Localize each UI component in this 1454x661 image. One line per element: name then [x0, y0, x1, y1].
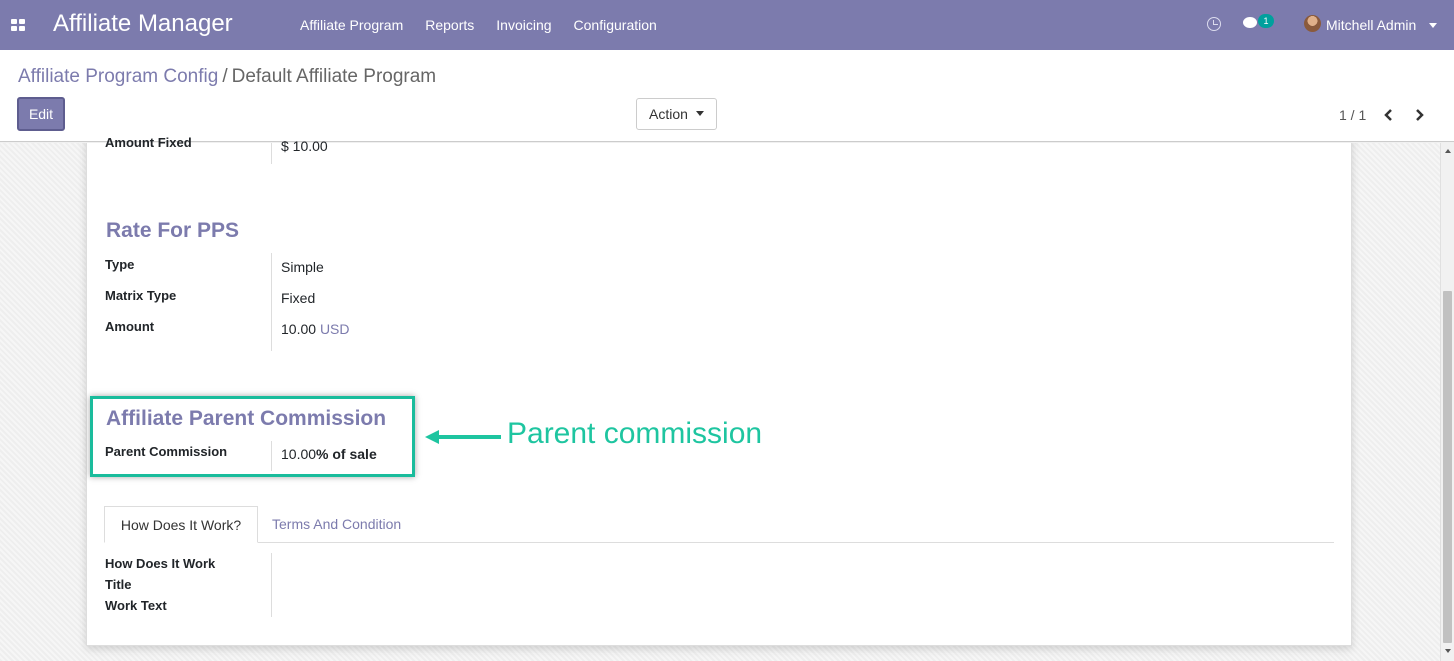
activity-clock-icon[interactable] — [1207, 17, 1221, 31]
amount-label: Amount — [105, 319, 155, 334]
tab-how-does-it-work[interactable]: How Does It Work? — [104, 506, 258, 543]
breadcrumb-separator: / — [222, 66, 228, 87]
field-divider — [271, 253, 272, 351]
amount-number: 10.00 — [281, 321, 317, 337]
amount-currency: USD — [319, 321, 350, 337]
tab-terms-and-condition[interactable]: Terms And Condition — [272, 516, 401, 532]
vertical-scrollbar[interactable] — [1440, 143, 1454, 661]
top-navbar: Affiliate Manager Affiliate Program Repo… — [0, 0, 1454, 50]
type-value: Simple — [281, 259, 324, 275]
amount-fixed-label: Amount Fixed — [105, 135, 192, 150]
messages-count-badge: 1 — [1258, 14, 1274, 28]
annotation-label: Parent commission — [507, 417, 763, 450]
scroll-up-arrow-icon[interactable] — [1445, 149, 1451, 153]
field-divider — [271, 143, 272, 164]
menu-affiliate-program[interactable]: Affiliate Program — [300, 17, 403, 33]
annotation-arrow-icon — [425, 430, 501, 444]
scroll-down-arrow-icon[interactable] — [1445, 649, 1451, 653]
pager-next-icon[interactable] — [1413, 108, 1425, 122]
field-divider — [271, 553, 272, 617]
breadcrumb-parent-link[interactable]: Affiliate Program Config — [18, 66, 218, 87]
menu-configuration[interactable]: Configuration — [574, 17, 657, 33]
action-label: Action — [649, 106, 688, 122]
edit-button[interactable]: Edit — [17, 97, 65, 131]
user-menu-name[interactable]: Mitchell Admin — [1326, 17, 1416, 33]
matrix-type-label: Matrix Type — [105, 288, 177, 303]
breadcrumb: Affiliate Program Config / Default Affilia… — [18, 66, 436, 88]
type-label: Type — [105, 257, 135, 272]
tab-how-does-it-work-label: How Does It Work? — [120, 516, 242, 533]
amount-value: 10.00 USD — [281, 321, 350, 337]
menu-reports[interactable]: Reports — [425, 17, 474, 33]
user-menu-caret-icon[interactable] — [1429, 23, 1437, 28]
apps-grid-icon[interactable] — [11, 19, 25, 31]
tabs-baseline — [104, 542, 1334, 543]
messages-chat-icon[interactable] — [1243, 17, 1257, 28]
action-caret-icon — [695, 110, 704, 116]
rate-for-pps-title: Rate For PPS — [106, 219, 240, 242]
pager-counter[interactable]: 1 / 1 — [1339, 107, 1366, 123]
amount-fixed-value: $ 10.00 — [281, 138, 328, 154]
user-avatar[interactable] — [1304, 15, 1321, 32]
form-sheet — [86, 143, 1352, 646]
matrix-type-value: Fixed — [281, 290, 316, 306]
action-dropdown-button[interactable]: Action — [636, 98, 717, 130]
annotation-highlight-box — [90, 396, 415, 477]
breadcrumb-current: Default Affiliate Program — [231, 66, 437, 87]
control-panel: Affiliate Program Config / Default Affilia… — [0, 50, 1454, 142]
scrollbar-thumb[interactable] — [1443, 291, 1452, 643]
main-menu: Affiliate Program Reports Invoicing Conf… — [300, 17, 679, 33]
menu-invoicing[interactable]: Invoicing — [496, 17, 551, 33]
pager-prev-icon[interactable] — [1383, 108, 1395, 122]
app-title: Affiliate Manager — [53, 10, 233, 37]
how-does-it-work-label: How Does It Work — [105, 556, 216, 571]
title-label: Title — [105, 577, 132, 592]
work-text-label: Work Text — [105, 598, 167, 613]
